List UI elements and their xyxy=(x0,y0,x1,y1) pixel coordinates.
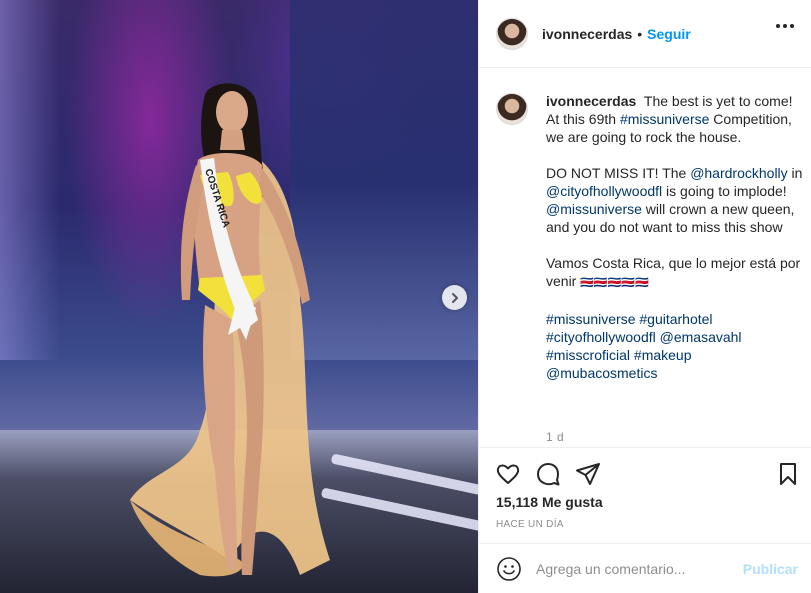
header-username[interactable]: ivonnecerdas xyxy=(542,26,632,42)
post-photo[interactable]: COSTA RICA xyxy=(0,0,478,593)
mention-link[interactable]: @hardrockholly xyxy=(690,165,787,181)
mention-link[interactable]: @missuniverse xyxy=(546,201,642,217)
hashtag-link[interactable]: #misscroficial xyxy=(546,347,630,363)
smiley-icon[interactable] xyxy=(496,556,522,582)
caption-paragraph: ivonnecerdas The best is yet to come! At… xyxy=(546,92,808,146)
caption-section: ivonnecerdas The best is yet to come! At… xyxy=(479,69,811,447)
share-button[interactable] xyxy=(575,461,601,487)
publish-button[interactable]: Publicar xyxy=(743,561,798,577)
bookmark-icon xyxy=(780,463,796,485)
post-caption: ivonnecerdas The best is yet to come! At… xyxy=(546,92,808,400)
caption-avatar[interactable] xyxy=(496,93,528,125)
separator-dot: • xyxy=(637,25,643,42)
comment-bar: Publicar xyxy=(479,543,811,593)
next-photo-button[interactable] xyxy=(442,285,467,310)
chevron-right-icon xyxy=(451,292,458,303)
heart-icon xyxy=(496,464,520,484)
paper-plane-icon xyxy=(576,463,600,485)
contestant-figure: COSTA RICA xyxy=(130,83,330,577)
caption-paragraph: Vamos Costa Rica, que lo mejor está por … xyxy=(546,254,808,292)
more-options-icon[interactable] xyxy=(776,24,794,28)
caption-hashtags: #missuniverse #guitarhotel #cityofhollyw… xyxy=(546,310,808,382)
caption-text: is going to implode! xyxy=(662,183,787,199)
post-timestamp: HACE UN DÍA xyxy=(496,519,564,530)
mention-link[interactable]: @emasavahl xyxy=(660,329,742,345)
comment-button[interactable] xyxy=(535,461,561,487)
mention-link[interactable]: @cityofhollywoodfl xyxy=(546,183,662,199)
post-details-panel: ivonnecerdas • Seguir ivonnecerdas The b… xyxy=(478,0,811,593)
post-header: ivonnecerdas • Seguir xyxy=(479,0,811,68)
hashtag-link[interactable]: #cityofhollywoodfl xyxy=(546,329,656,345)
hashtag-link[interactable]: #missuniverse xyxy=(546,311,635,327)
post-actions: 15,118 Me gusta HACE UN DÍA xyxy=(479,447,811,543)
flag-emojis: 🇨🇷🇨🇷🇨🇷🇨🇷🇨🇷 xyxy=(580,277,649,289)
like-count[interactable]: 15,118 Me gusta xyxy=(496,494,603,510)
caption-text: in xyxy=(787,165,803,181)
hashtag-link[interactable]: #missuniverse xyxy=(620,111,709,127)
avatar[interactable] xyxy=(496,17,528,50)
hashtag-link[interactable]: #guitarhotel xyxy=(639,311,712,327)
caption-age[interactable]: 1 d xyxy=(546,430,564,444)
caption-text: DO NOT MISS IT! The xyxy=(546,165,691,181)
follow-button[interactable]: Seguir xyxy=(647,26,691,42)
comment-input[interactable] xyxy=(536,560,736,577)
like-button[interactable] xyxy=(495,461,521,487)
caption-paragraph: DO NOT MISS IT! The @hardrockholly in @c… xyxy=(546,164,808,236)
comment-icon xyxy=(537,463,560,486)
mention-link[interactable]: @mubacosmetics xyxy=(546,365,657,381)
save-button[interactable] xyxy=(775,461,801,487)
caption-username[interactable]: ivonnecerdas xyxy=(546,93,636,109)
hashtag-link[interactable]: #makeup xyxy=(634,347,692,363)
